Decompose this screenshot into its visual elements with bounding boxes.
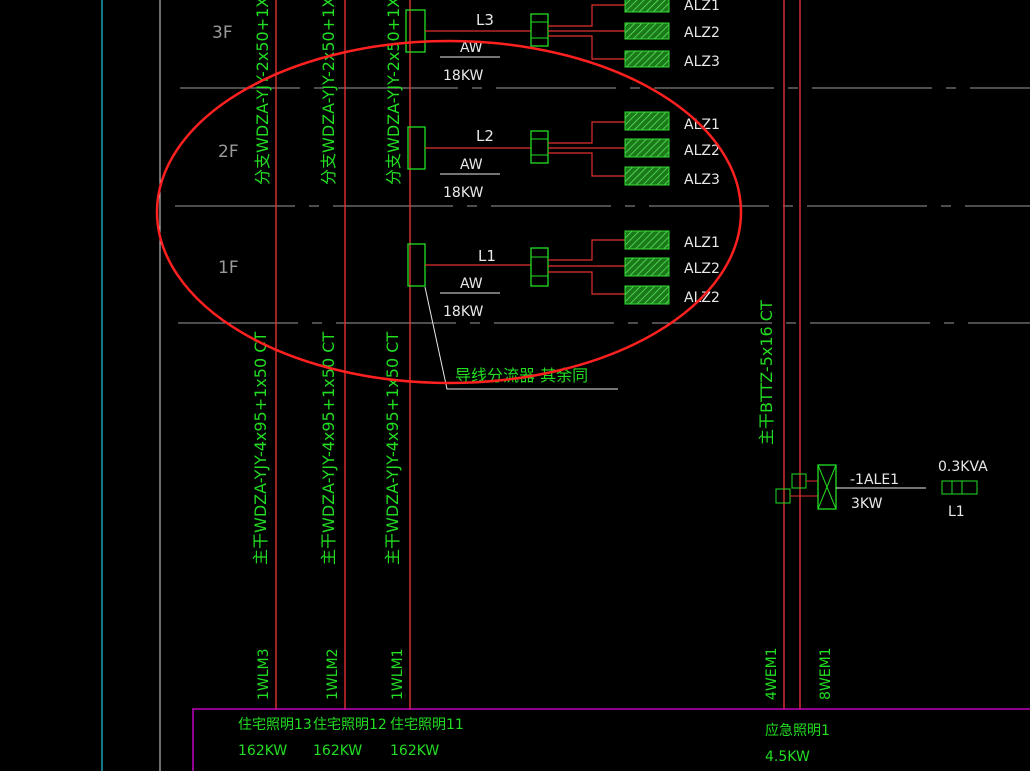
outlet-box — [624, 230, 670, 250]
floor-label-3f: 3F — [212, 23, 233, 43]
outlet-box — [624, 22, 670, 40]
feeder-power-label: 18KW — [443, 68, 483, 84]
ups-line-label: L1 — [948, 504, 965, 520]
feeder-line-label: L3 — [476, 11, 494, 29]
ups-icon — [941, 480, 978, 495]
distributor-box — [530, 13, 549, 47]
circuit-id: 4WEM1 — [764, 647, 780, 700]
bottom-panel-name: 应急照明1 — [765, 722, 830, 739]
riser-diagram: 3F 2F 1F 分支WDZA-YJY-2x50+1X25 分支WDZA-YJY… — [101, 0, 1030, 771]
bottom-panel-power: 162KW — [390, 743, 439, 759]
bottom-panel-name: 住宅照明11 — [390, 717, 464, 733]
main-risers — [275, 0, 801, 710]
main-cable-label: 主干WDZA-YJY-4x95+1x50 CT — [251, 332, 270, 565]
bottom-panel-name: 住宅照明12 — [313, 717, 387, 733]
bottom-panel-power: 162KW — [238, 743, 287, 759]
feeder-line-label: L2 — [476, 127, 494, 145]
bottom-panel-power: 4.5KW — [765, 749, 810, 765]
distributor-box — [530, 247, 549, 287]
outlet-box — [624, 285, 670, 305]
feeder-l1: L1 AW 18KW ALZ1 ALZ2 ALZ2 — [407, 230, 720, 320]
feeder-panel-label: AW — [460, 157, 483, 173]
outlet-box — [624, 138, 670, 158]
outlet-label: ALZ1 — [684, 0, 720, 14]
floor-dividers — [175, 87, 1030, 324]
feeder-l2: L2 AW 18KW ALZ1 ALZ2 ALZ3 — [407, 111, 720, 201]
outlet-label: ALZ2 — [684, 143, 720, 159]
feeder-power-label: 18KW — [443, 185, 483, 201]
circuit-id: 1WLM1 — [390, 648, 406, 700]
outlet-label: ALZ1 — [684, 235, 720, 251]
review-markup-ellipse — [155, 39, 743, 385]
circuit-id: 1WLM3 — [256, 648, 272, 700]
branch-cable-label: 分支WDZA-YJY-2x50+1X25 — [319, 0, 338, 185]
outlet-label: ALZ3 — [684, 172, 720, 188]
branch-cable-label: 分支WDZA-YJY-2x50+1X25 — [253, 0, 272, 185]
feeder-power-label: 18KW — [443, 304, 483, 320]
bottom-panel-name: 住宅照明13 — [238, 717, 312, 733]
feeder-line-label: L1 — [478, 247, 496, 265]
bottom-panel-power: 162KW — [313, 743, 362, 759]
floor-label-2f: 2F — [218, 142, 239, 162]
floor-label-1f: 1F — [218, 258, 239, 278]
branch-cable-label: 分支WDZA-YJY-2x50+1X25 — [384, 0, 403, 185]
outlet-box — [624, 257, 670, 277]
outlet-label: ALZ2 — [684, 25, 720, 41]
ups-kva-label: 0.3KVA — [938, 459, 988, 475]
tap-box — [791, 473, 807, 489]
main-cable-label: 主干WDZA-YJY-4x95+1x50 CT — [383, 332, 402, 565]
tap-box — [775, 488, 791, 504]
outlet-box — [624, 50, 670, 68]
emergency-panel-name: -1ALE1 — [850, 472, 899, 488]
outlet-label: ALZ2 — [684, 261, 720, 277]
emergency-panel-power: 3KW — [851, 496, 883, 512]
distributor-box — [530, 130, 549, 164]
outlet-label: ALZ3 — [684, 54, 720, 70]
emergency-cable-label: 主干BTTZ-5x16 CT — [757, 300, 776, 445]
emergency-panel-group: -1ALE1 3KW 0.3KVA L1 — [775, 459, 988, 520]
outlet-box — [624, 111, 670, 131]
outlet-box — [624, 0, 670, 13]
circuit-id: 8WEM1 — [818, 647, 834, 700]
feeder-panel-label: AW — [460, 276, 483, 292]
tap-box — [405, 9, 426, 53]
circuit-id: 1WLM2 — [325, 648, 341, 700]
outlet-box — [624, 166, 670, 186]
